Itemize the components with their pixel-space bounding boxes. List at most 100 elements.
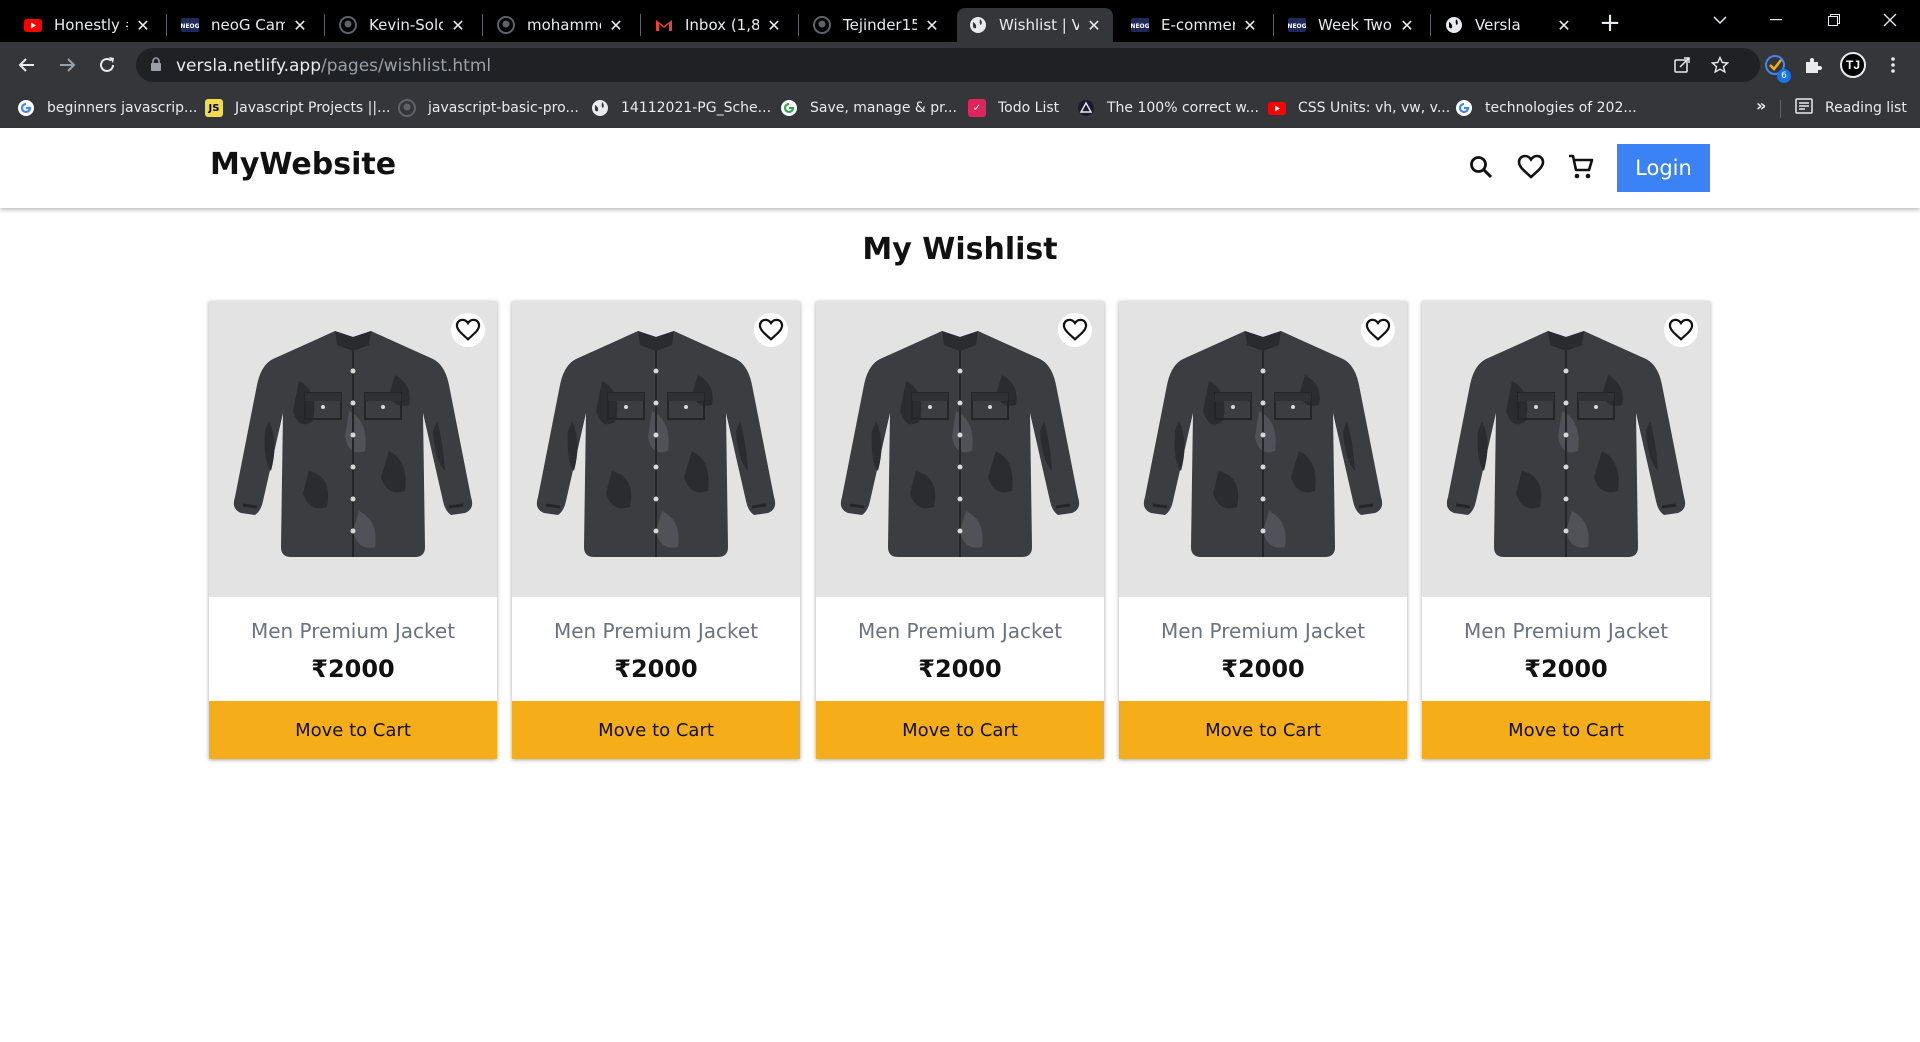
google-icon	[780, 99, 798, 117]
js-icon: JS	[205, 99, 223, 117]
move-to-cart-button[interactable]: Move to Cart	[209, 701, 497, 759]
profile-avatar[interactable]: TJ	[1840, 52, 1866, 78]
product-price: ₹2000	[1524, 655, 1608, 683]
browser-tab[interactable]: NEOG neoG Camp ✕	[169, 8, 319, 42]
bookmark-label: beginners javascrip...	[47, 100, 198, 116]
bookmark-item[interactable]: technologies of 202...	[1455, 96, 1637, 120]
browser-tab-active[interactable]: Wishlist | V ✕	[957, 8, 1113, 42]
tab-separator	[1273, 14, 1274, 36]
youtube-icon	[1268, 99, 1286, 117]
bookmarks-divider	[1780, 100, 1781, 118]
github-icon	[339, 16, 357, 34]
back-button[interactable]	[11, 49, 43, 81]
close-tab-icon[interactable]: ✕	[291, 16, 309, 35]
browser-tab-strip: Honestly # ✕ NEOG neoG Camp ✕ Kevin-Solo…	[0, 0, 1920, 42]
tab-search-button[interactable]	[1692, 0, 1748, 40]
bookmark-item[interactable]: 14112021-PG_Sche...	[591, 96, 771, 120]
move-to-cart-button[interactable]: Move to Cart	[1119, 701, 1407, 759]
tab-title: Wishlist | V	[999, 16, 1079, 34]
move-to-cart-button[interactable]: Move to Cart	[1422, 701, 1710, 759]
bookmark-star-icon[interactable]	[1710, 55, 1730, 75]
close-tab-icon[interactable]: ✕	[765, 16, 783, 35]
close-tab-icon[interactable]: ✕	[1398, 16, 1416, 35]
globe-icon	[969, 16, 987, 34]
github-icon	[398, 99, 416, 117]
browser-tab[interactable]: mohammed ✕	[485, 8, 635, 42]
heart-icon	[758, 318, 784, 341]
remove-from-wishlist-button[interactable]	[1361, 313, 1395, 347]
site-navbar: MyWebsite Login	[0, 128, 1920, 208]
url-path: /pages/wishlist.html	[320, 56, 492, 76]
browser-tab[interactable]: Inbox (1,86 ✕	[643, 8, 793, 42]
remove-from-wishlist-button[interactable]	[754, 313, 788, 347]
close-tab-icon[interactable]: ✕	[449, 16, 467, 35]
tab-title: Versla	[1475, 16, 1521, 34]
product-image[interactable]	[1119, 301, 1407, 597]
tab-separator	[482, 14, 483, 36]
site-logo[interactable]: MyWebsite	[210, 147, 396, 182]
browser-tab[interactable]: NEOG E-commerc ✕	[1119, 8, 1269, 42]
close-tab-icon[interactable]: ✕	[923, 16, 941, 35]
browser-tab[interactable]: Kevin-Solon ✕	[327, 8, 477, 42]
bookmark-item[interactable]: beginners javascrip...	[17, 96, 197, 120]
close-icon	[1883, 13, 1897, 27]
close-tab-icon[interactable]: ✕	[134, 16, 152, 35]
reload-button[interactable]	[91, 49, 123, 81]
address-bar[interactable]: versla.netlify.app/pages/wishlist.html	[136, 48, 1760, 82]
extension-badge: 6	[1777, 69, 1791, 83]
tab-separator	[324, 14, 325, 36]
close-tab-icon[interactable]: ✕	[1085, 16, 1103, 35]
close-tab-icon[interactable]: ✕	[1241, 16, 1259, 35]
browser-menu-button[interactable]	[1877, 49, 1909, 81]
close-window-button[interactable]	[1862, 0, 1918, 40]
close-tab-icon[interactable]: ✕	[607, 16, 625, 35]
close-tab-icon[interactable]: ✕	[1555, 16, 1573, 35]
reading-list-button[interactable]: Reading list	[1795, 96, 1907, 120]
product-image[interactable]	[1422, 301, 1710, 597]
browser-tab[interactable]: NEOG Week Two ✕	[1276, 8, 1426, 42]
bookmark-item[interactable]: JS Javascript Projects ||...	[205, 96, 390, 120]
forward-button[interactable]	[51, 49, 83, 81]
arrow-left-icon	[18, 58, 34, 72]
new-tab-button[interactable]: +	[1595, 8, 1625, 38]
login-button[interactable]: Login	[1617, 144, 1710, 192]
product-price: ₹2000	[311, 655, 395, 683]
minimize-button[interactable]	[1748, 0, 1804, 40]
remove-from-wishlist-button[interactable]	[1058, 313, 1092, 347]
bookmark-item[interactable]: javascript-basic-pro...	[398, 96, 579, 120]
browser-tab[interactable]: Honestly # ✕	[12, 8, 162, 42]
tab-separator	[640, 14, 641, 36]
product-image[interactable]	[816, 301, 1104, 597]
bookmark-label: 14112021-PG_Sche...	[621, 100, 772, 116]
move-to-cart-button[interactable]: Move to Cart	[816, 701, 1104, 759]
remove-from-wishlist-button[interactable]	[1664, 313, 1698, 347]
search-icon[interactable]	[1464, 150, 1498, 184]
browser-tab[interactable]: Tejinder15/ ✕	[801, 8, 951, 42]
bookmark-label: The 100% correct w...	[1107, 100, 1259, 116]
wishlist-card: Men Premium Jacket ₹2000 Move to Cart	[1119, 301, 1407, 759]
move-to-cart-button[interactable]: Move to Cart	[512, 701, 800, 759]
extensions-button[interactable]	[1797, 49, 1829, 81]
gmail-icon	[655, 16, 673, 34]
tab-separator	[798, 14, 799, 36]
share-icon[interactable]	[1672, 55, 1692, 75]
product-image[interactable]	[209, 301, 497, 597]
svg-text:NEOG: NEOG	[1288, 23, 1306, 30]
globe-icon	[1445, 16, 1463, 34]
product-image[interactable]	[512, 301, 800, 597]
lock-icon[interactable]	[150, 57, 162, 76]
url-text: versla.netlify.app/pages/wishlist.html	[176, 56, 491, 76]
bookmark-item[interactable]: CSS Units: vh, vw, v...	[1268, 96, 1450, 120]
heart-icon[interactable]	[1514, 150, 1548, 184]
bookmark-item[interactable]: Save, manage & pr...	[780, 96, 957, 120]
restore-button[interactable]	[1806, 0, 1862, 40]
bookmark-item[interactable]: ✓ Todo List	[968, 96, 1059, 120]
puzzle-icon	[1806, 58, 1822, 73]
bookmarks-overflow-button[interactable]: »	[1756, 96, 1766, 115]
product-price: ₹2000	[614, 655, 698, 683]
arrow-right-icon	[60, 58, 76, 72]
remove-from-wishlist-button[interactable]	[451, 313, 485, 347]
cart-icon[interactable]	[1564, 150, 1598, 184]
bookmark-item[interactable]: The 100% correct w...	[1077, 96, 1259, 120]
browser-tab[interactable]: Versla ✕	[1433, 8, 1583, 42]
